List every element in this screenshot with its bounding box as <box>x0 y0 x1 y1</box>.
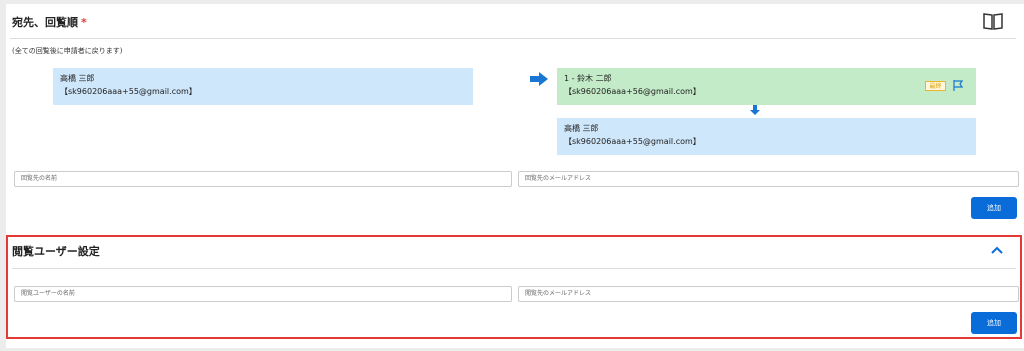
applicant-card: 高橋 三郎 【sk960206aaa+55@gmail.com】 <box>53 68 473 105</box>
recipient-name-input[interactable]: 回覧先の名前 <box>14 171 512 187</box>
required-mark: * <box>81 16 87 29</box>
add-viewer-button[interactable]: 追加 <box>971 312 1017 334</box>
applicant-email: 【sk960206aaa+55@gmail.com】 <box>60 87 197 96</box>
header-divider <box>10 38 1016 39</box>
route-return-email: 【sk960206aaa+55@gmail.com】 <box>564 137 701 146</box>
viewer-email-input[interactable]: 閲覧先のメールアドレス <box>518 286 1019 302</box>
arrow-right-icon <box>530 72 548 86</box>
viewer-section-title: 閲覧ユーザー設定 <box>12 245 100 258</box>
viewer-divider <box>12 268 1016 269</box>
route-return-name: 高橋 三郎 <box>564 124 599 133</box>
route-step-card[interactable]: 1 - 鈴木 二郎 【sk960206aaa+56@gmail.com】 <box>557 68 976 105</box>
route-step-email: 【sk960206aaa+56@gmail.com】 <box>564 87 701 96</box>
final-badge: 最終 <box>925 81 946 91</box>
route-section-title: 宛先、回覧順 * <box>12 14 87 30</box>
add-recipient-button[interactable]: 追加 <box>971 197 1017 219</box>
route-hint: (全ての回覧後に申請者に戻ります) <box>12 47 123 55</box>
route-title-text: 宛先、回覧順 <box>12 16 78 29</box>
route-step-name: 1 - 鈴木 二郎 <box>564 74 612 83</box>
viewer-name-input[interactable]: 閲覧ユーザーの名前 <box>14 286 512 302</box>
arrow-down-icon <box>750 105 760 115</box>
route-return-card: 高橋 三郎 【sk960206aaa+55@gmail.com】 <box>557 118 976 155</box>
chevron-up-icon[interactable] <box>991 246 1003 254</box>
recipient-email-input[interactable]: 回覧先のメールアドレス <box>518 171 1019 187</box>
flag-icon <box>953 80 963 91</box>
applicant-name: 高橋 三郎 <box>60 74 95 83</box>
book-icon[interactable] <box>983 12 1003 30</box>
